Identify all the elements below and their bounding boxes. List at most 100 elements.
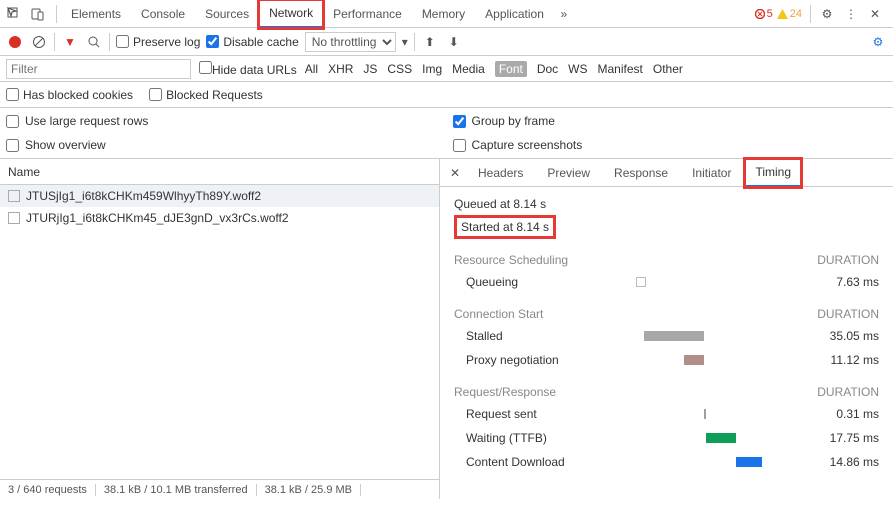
type-media[interactable]: Media (452, 62, 485, 76)
warn-badge[interactable]: 24 (775, 8, 804, 20)
kebab-icon[interactable]: ⋮ (841, 4, 861, 24)
duration-header: DURATION (817, 253, 879, 267)
waiting-value: 17.75 ms (804, 431, 879, 445)
tab-application[interactable]: Application (475, 1, 554, 27)
waiting-bar (706, 433, 736, 443)
tab-elements[interactable]: Elements (61, 1, 131, 27)
download-value: 14.86 ms (804, 455, 879, 469)
close-detail-icon[interactable]: ✕ (446, 166, 464, 180)
request-name: JTUSjIg1_i6t8kCHKm459WlhyyTh89Y.woff2 (26, 189, 261, 203)
status-transfer: 38.1 kB / 10.1 MB transferred (96, 484, 257, 496)
status-resources: 38.1 kB / 25.9 MB (257, 484, 361, 496)
type-other[interactable]: Other (653, 62, 683, 76)
disable-cache-checkbox[interactable]: Disable cache (206, 35, 298, 49)
show-overview-label: Show overview (25, 138, 106, 152)
large-rows-checkbox[interactable]: Use large request rows (6, 114, 441, 128)
type-xhr[interactable]: XHR (328, 62, 353, 76)
type-manifest[interactable]: Manifest (598, 62, 643, 76)
proxy-value: 11.12 ms (804, 353, 879, 367)
search-icon[interactable] (85, 33, 103, 51)
started-text: Started at 8.14 s (461, 220, 549, 234)
capture-ss-label: Capture screenshots (472, 138, 583, 152)
dtab-response[interactable]: Response (604, 160, 678, 186)
settings-panel: Use large request rows Show overview Gro… (0, 108, 893, 159)
dtab-preview[interactable]: Preview (537, 160, 600, 186)
filter-icon[interactable]: ▼ (61, 33, 79, 51)
type-css[interactable]: CSS (387, 62, 412, 76)
blocked-cookies-checkbox[interactable]: Has blocked cookies (6, 88, 133, 102)
duration-header: DURATION (817, 307, 879, 321)
proxy-bar (684, 355, 704, 365)
queueing-label: Queueing (454, 275, 614, 289)
group-frame-label: Group by frame (472, 114, 555, 128)
inspect-icon[interactable] (4, 4, 24, 24)
reqresp-header: Request/Response (454, 385, 556, 399)
type-doc[interactable]: Doc (537, 62, 558, 76)
tab-network[interactable]: Network (259, 0, 323, 28)
queueing-bar (636, 277, 646, 287)
dtab-initiator[interactable]: Initiator (682, 160, 741, 186)
device-icon[interactable] (28, 4, 48, 24)
tab-console[interactable]: Console (131, 1, 195, 27)
filter-bar: Hide data URLs All XHR JS CSS Img Media … (0, 56, 893, 82)
error-count: 5 (767, 8, 773, 20)
blocked-requests-label: Blocked Requests (166, 88, 263, 102)
more-tabs-icon[interactable]: » (554, 4, 574, 24)
type-all[interactable]: All (305, 62, 318, 76)
preserve-log-checkbox[interactable]: Preserve log (116, 35, 200, 49)
type-font[interactable]: Font (495, 61, 527, 77)
error-badge[interactable]: 5 (753, 8, 775, 20)
network-settings-icon[interactable]: ⚙ (869, 33, 887, 51)
stalled-bar (644, 331, 704, 341)
main-area: Name JTUSjIg1_i6t8kCHKm459WlhyyTh89Y.wof… (0, 159, 893, 499)
blocked-cookies-label: Has blocked cookies (23, 88, 133, 102)
large-rows-label: Use large request rows (25, 114, 148, 128)
name-column-header[interactable]: Name (0, 159, 439, 185)
disable-cache-label: Disable cache (223, 35, 298, 49)
table-row[interactable]: JTUSjIg1_i6t8kCHKm459WlhyyTh89Y.woff2 (0, 185, 439, 207)
started-highlight: Started at 8.14 s (454, 215, 556, 239)
file-icon (8, 212, 20, 224)
stalled-value: 35.05 ms (804, 329, 879, 343)
download-icon[interactable]: ⬇ (445, 33, 463, 51)
tab-memory[interactable]: Memory (412, 1, 475, 27)
close-icon[interactable]: ✕ (865, 4, 885, 24)
warn-count: 24 (790, 8, 802, 20)
stalled-label: Stalled (454, 329, 614, 343)
dtab-timing[interactable]: Timing (745, 159, 801, 187)
preserve-log-label: Preserve log (133, 35, 200, 49)
table-row[interactable]: JTURjIg1_i6t8kCHKm45_dJE3gnD_vx3rCs.woff… (0, 207, 439, 229)
tab-sources[interactable]: Sources (195, 1, 259, 27)
hide-data-urls-checkbox[interactable]: Hide data URLs (199, 61, 297, 77)
type-js[interactable]: JS (363, 62, 377, 76)
scheduling-header: Resource Scheduling (454, 253, 568, 267)
sent-label: Request sent (454, 407, 614, 421)
proxy-label: Proxy negotiation (454, 353, 614, 367)
sent-value: 0.31 ms (804, 407, 879, 421)
type-img[interactable]: Img (422, 62, 442, 76)
tab-performance[interactable]: Performance (323, 1, 412, 27)
gear-icon[interactable]: ⚙ (817, 4, 837, 24)
download-label: Content Download (454, 455, 614, 469)
connection-header: Connection Start (454, 307, 543, 321)
upload-icon[interactable]: ⬆ (421, 33, 439, 51)
group-frame-checkbox[interactable]: Group by frame (453, 114, 888, 128)
throttling-select[interactable]: No throttling (305, 32, 396, 52)
queued-text: Queued at 8.14 s (454, 197, 879, 211)
show-overview-checkbox[interactable]: Show overview (6, 138, 441, 152)
waiting-label: Waiting (TTFB) (454, 431, 614, 445)
dtab-headers[interactable]: Headers (468, 160, 533, 186)
detail-tabs: ✕ Headers Preview Response Initiator Tim… (440, 159, 893, 187)
request-name: JTURjIg1_i6t8kCHKm45_dJE3gnD_vx3rCs.woff… (26, 211, 289, 225)
capture-screenshots-checkbox[interactable]: Capture screenshots (453, 138, 888, 152)
status-bar: 3 / 640 requests 38.1 kB / 10.1 MB trans… (0, 479, 439, 499)
devtools-tabbar: Elements Console Sources Network Perform… (0, 0, 893, 28)
clear-icon[interactable] (30, 33, 48, 51)
filter-input[interactable] (6, 59, 191, 79)
blocked-requests-checkbox[interactable]: Blocked Requests (149, 88, 263, 102)
record-button[interactable] (6, 33, 24, 51)
status-requests: 3 / 640 requests (0, 484, 96, 496)
type-ws[interactable]: WS (568, 62, 587, 76)
request-list: Name JTUSjIg1_i6t8kCHKm459WlhyyTh89Y.wof… (0, 159, 440, 499)
download-bar (736, 457, 762, 467)
